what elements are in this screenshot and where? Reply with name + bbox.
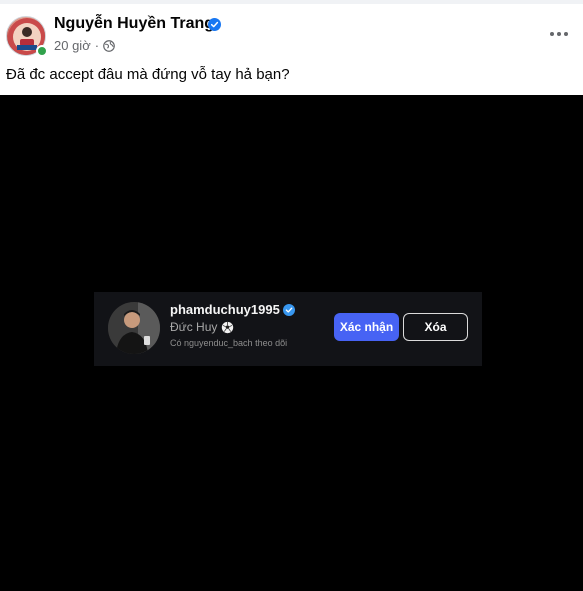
meta-separator: · [94,38,100,53]
post-timestamp[interactable]: 20 giờ [54,38,91,53]
verified-badge-icon [208,18,221,31]
dot-icon [564,32,568,36]
post-header: Nguyễn Huyền Trang 20 giờ · [0,0,583,62]
follow-request-card: phamduchuy1995 Đức Huy Có nguyenduc_bach… [94,292,482,366]
online-status-dot [36,45,48,57]
author-avatar[interactable] [6,16,48,57]
author-name[interactable]: Nguyễn Huyền Trang [54,15,214,33]
requester-username[interactable]: phamduchuy1995 [170,302,280,317]
post-image[interactable]: phamduchuy1995 Đức Huy Có nguyenduc_bach… [0,95,583,591]
requester-fullname-text: Đức Huy [170,320,218,334]
verified-badge-icon [283,304,295,316]
delete-button[interactable]: Xóa [403,313,468,341]
more-options-icon[interactable] [547,22,571,46]
soccer-ball-icon [222,321,234,333]
requester-fullname: Đức Huy [170,320,234,334]
confirm-button[interactable]: Xác nhận [334,313,399,341]
requester-photo-icon [108,302,160,354]
requester-avatar[interactable] [108,302,160,354]
post-meta: 20 giờ · [54,38,115,53]
followed-by-text: Có nguyenduc_bach theo dõi [170,338,288,348]
dot-icon [557,32,561,36]
post-caption: Đã đc accept đâu mà đứng vỗ tay hả bạn? [6,66,290,83]
globe-icon[interactable] [103,39,115,52]
dot-icon [550,32,554,36]
